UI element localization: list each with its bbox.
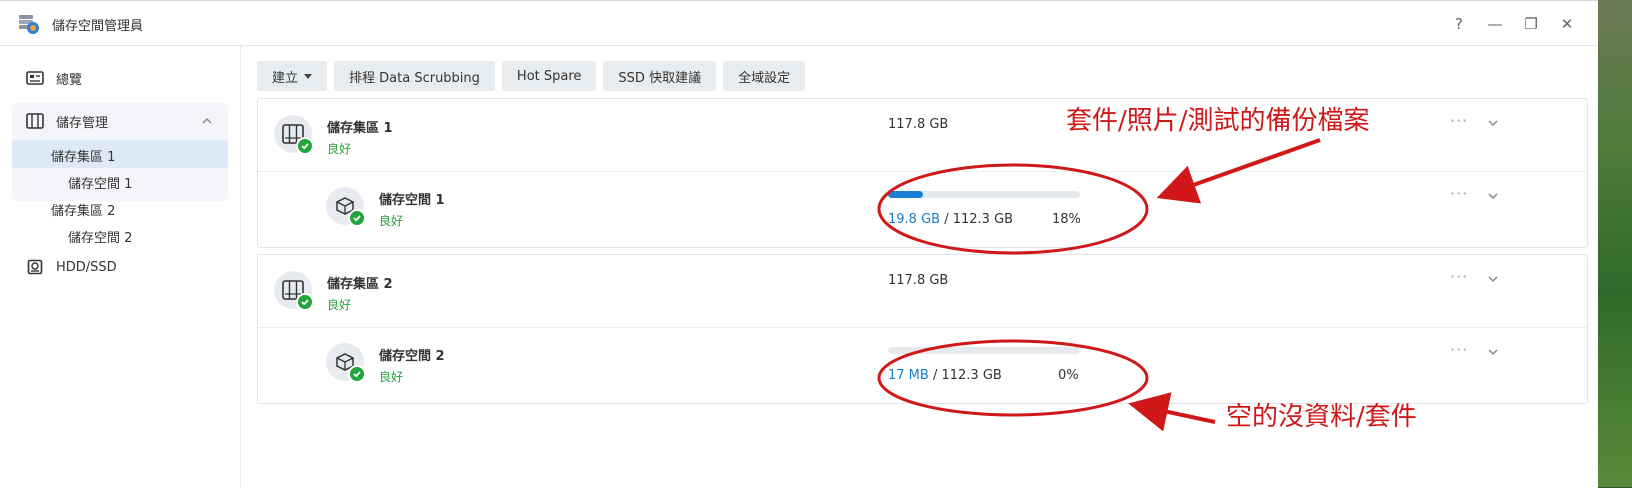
pool-card-1: 儲存集區 1 良好 117.8 GB ··· 儲存空間 1 良好 19.8 GB… xyxy=(257,98,1588,248)
window-title: 儲存空間管理員 xyxy=(52,19,144,34)
usage-bar xyxy=(888,347,1080,354)
chevron-down-icon[interactable] xyxy=(1486,345,1500,359)
volume-status: 良好 xyxy=(379,370,404,384)
desktop-background xyxy=(1596,0,1632,487)
restore-button[interactable]: ❐ xyxy=(1520,13,1542,35)
volume-status: 良好 xyxy=(379,214,404,228)
sidebar-item-pool-2[interactable]: 儲存集區 2 xyxy=(51,200,115,219)
sidebar-item-overview[interactable]: 總覽 xyxy=(12,60,228,96)
sidebar: 總覽 儲存管理 儲存集區 1 儲存空間 1 儲存集區 2 儲存空間 2 HDD/… xyxy=(0,46,241,488)
usage-percent: 0% xyxy=(1058,368,1079,383)
minimize-button[interactable]: — xyxy=(1484,13,1506,35)
sidebar-label-storage: 儲存管理 xyxy=(56,115,109,131)
ssd-cache-button[interactable]: SSD 快取建議 xyxy=(603,61,717,91)
hot-spare-button[interactable]: Hot Spare xyxy=(501,61,597,91)
annotation-top: 套件/照片/測試的備份檔案 xyxy=(1066,106,1370,136)
pool-card-2: 儲存集區 2 良好 117.8 GB ··· 儲存空間 2 良好 17 MB /… xyxy=(257,254,1588,404)
hdd-icon xyxy=(26,258,44,276)
volume-name[interactable]: 儲存空間 1 xyxy=(379,189,445,208)
more-icon[interactable]: ··· xyxy=(1450,184,1468,203)
divider xyxy=(258,171,1587,172)
chevron-down-icon[interactable] xyxy=(1486,116,1500,130)
usage-percent: 18% xyxy=(1052,212,1081,227)
sidebar-item-volume-2[interactable]: 儲存空間 2 xyxy=(68,227,132,246)
pool-name[interactable]: 儲存集區 1 xyxy=(327,117,393,136)
separator: / xyxy=(940,212,953,227)
title-bar: 儲存空間管理員 ? — ❐ ✕ xyxy=(0,1,1598,46)
more-icon[interactable]: ··· xyxy=(1450,340,1468,359)
more-icon[interactable]: ··· xyxy=(1450,267,1468,286)
usage-bar xyxy=(888,191,1080,198)
pool-size: 117.8 GB xyxy=(888,273,949,288)
chevron-up-icon[interactable] xyxy=(200,114,214,128)
selected-highlight xyxy=(12,140,228,168)
help-button[interactable]: ? xyxy=(1448,13,1470,35)
overview-icon xyxy=(26,69,44,87)
sidebar-item-pool-1[interactable]: 儲存集區 1 xyxy=(51,146,115,165)
chevron-down-icon[interactable] xyxy=(1486,189,1500,203)
sidebar-item-volume-1[interactable]: 儲存空間 1 xyxy=(68,173,132,192)
create-button[interactable]: 建立 xyxy=(257,61,328,91)
caret-down-icon xyxy=(304,73,313,79)
usage-fill xyxy=(888,191,923,198)
storage-icon xyxy=(26,112,44,130)
chevron-down-icon[interactable] xyxy=(1486,272,1500,286)
check-icon xyxy=(348,209,366,227)
divider xyxy=(258,327,1587,328)
check-icon xyxy=(296,137,314,155)
global-settings-button[interactable]: 全域設定 xyxy=(723,61,806,91)
pool-name[interactable]: 儲存集區 2 xyxy=(327,273,393,292)
check-icon xyxy=(348,365,366,383)
used-size: 17 MB xyxy=(888,368,929,383)
more-icon[interactable]: ··· xyxy=(1450,111,1468,130)
create-label: 建立 xyxy=(272,70,299,86)
separator: / xyxy=(928,368,942,383)
app-icon xyxy=(19,15,39,34)
sidebar-label-overview: 總覽 xyxy=(56,72,83,88)
annotation-bottom: 空的沒資料/套件 xyxy=(1226,402,1417,432)
sidebar-label-hdd: HDD/SSD xyxy=(56,259,117,275)
usage-text: 19.8 GB / 112.3 GB xyxy=(888,212,1013,227)
pool-size: 117.8 GB xyxy=(888,117,949,132)
toolbar: 建立 排程 Data Scrubbing Hot Spare SSD 快取建議 … xyxy=(257,61,806,91)
total-size: 112.3 GB xyxy=(941,368,1002,383)
sidebar-item-storage[interactable]: 儲存管理 xyxy=(12,103,228,139)
volume-name[interactable]: 儲存空間 2 xyxy=(379,345,445,364)
schedule-scrubbing-button[interactable]: 排程 Data Scrubbing xyxy=(334,61,495,91)
close-button[interactable]: ✕ xyxy=(1556,13,1578,35)
pool-status: 良好 xyxy=(327,298,352,312)
sidebar-item-hdd[interactable]: HDD/SSD xyxy=(12,249,228,285)
usage-text: 17 MB / 112.3 GB xyxy=(888,368,1002,383)
total-size: 112.3 GB xyxy=(952,212,1014,227)
check-icon xyxy=(296,293,314,311)
used-size: 19.8 GB xyxy=(888,212,941,227)
pool-status: 良好 xyxy=(327,142,352,156)
